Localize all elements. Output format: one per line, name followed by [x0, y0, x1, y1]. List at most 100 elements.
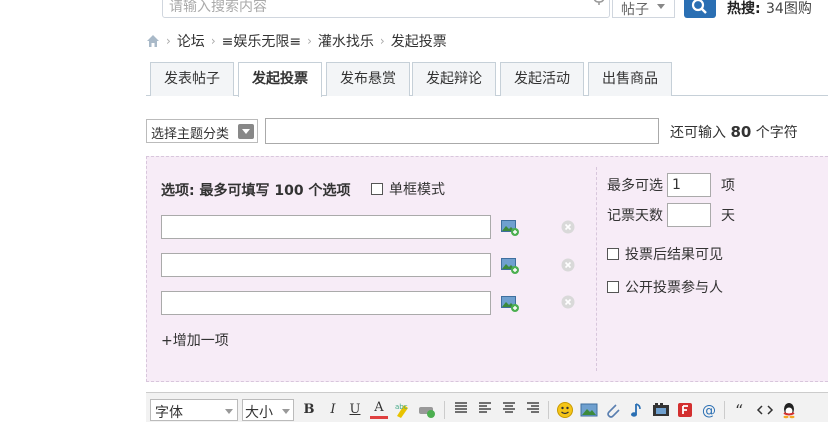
vote-days-row: 记票天数 天 [607, 203, 735, 227]
vote-days-label: 记票天数 [607, 208, 663, 224]
chevron-down-icon [238, 124, 254, 139]
microphone-icon[interactable] [593, 0, 605, 5]
breadcrumb-section[interactable]: ≡娱乐无限≡ [222, 31, 301, 51]
single-mode-label: 单框模式 [389, 182, 445, 198]
post-type-tabs: 发表帖子 发起投票 发布悬赏 发起辩论 发起活动 出售商品 [146, 62, 828, 97]
code-icon[interactable] [756, 401, 774, 419]
font-size-label: 大小 [245, 405, 273, 421]
chevron-right-icon: › [166, 34, 171, 48]
vote-days-unit: 天 [721, 208, 735, 224]
tab-new-thread[interactable]: 发表帖子 [150, 62, 234, 96]
poll-options-title-text: 选项: 最多可填写 100 个选项 [161, 183, 351, 199]
topic-category-select[interactable]: 选择主题分类 [146, 119, 258, 143]
attachment-icon[interactable] [604, 401, 622, 419]
public-voters-checkbox[interactable] [607, 281, 619, 293]
poll-options-title: 选项: 最多可填写 100 个选项 [161, 180, 350, 200]
single-mode-checkbox[interactable] [371, 183, 383, 195]
video-icon[interactable] [652, 401, 670, 419]
image-upload-icon[interactable] [501, 220, 519, 236]
insert-image-icon[interactable] [580, 401, 598, 419]
breadcrumb-board[interactable]: 灌水找乐 [318, 31, 374, 51]
align-left-icon[interactable] [476, 401, 494, 419]
search-button[interactable] [684, 0, 716, 18]
char-limit-hint: 还可输入 80 个字符 [670, 122, 798, 142]
delete-option-icon[interactable] [561, 220, 575, 234]
tab-sell-goods[interactable]: 出售商品 [588, 62, 672, 96]
qq-icon[interactable] [780, 401, 798, 419]
toolbar-separator [444, 401, 445, 419]
chevron-right-icon: › [379, 34, 385, 48]
bold-button[interactable]: B [300, 401, 318, 419]
max-choice-unit: 项 [721, 178, 735, 194]
tab-new-activity[interactable]: 发起活动 [500, 62, 584, 96]
search-type-label: 帖子 [621, 2, 649, 18]
delete-option-icon[interactable] [561, 295, 575, 309]
image-upload-icon[interactable] [501, 296, 519, 312]
toolbar-separator [548, 401, 549, 419]
chevron-right-icon: › [307, 34, 312, 48]
max-choice-row: 最多可选 1 项 [607, 173, 735, 197]
visible-after-vote-label: 投票后结果可见 [625, 247, 723, 263]
subject-input[interactable] [265, 118, 659, 144]
hot-search-link[interactable]: 34图购 [766, 0, 812, 18]
remove-format-icon[interactable] [418, 401, 436, 419]
single-mode-toggle[interactable]: 单框模式 [371, 179, 445, 199]
char-hint-suffix: 个字符 [755, 125, 798, 141]
poll-panel: 选项: 最多可填写 100 个选项 单框模式 +增加一项 最多可选 1 项 记票… [146, 156, 828, 382]
topic-category-label: 选择主题分类 [151, 127, 230, 142]
flash-icon[interactable] [676, 401, 694, 419]
font-size-select[interactable]: 大小 [242, 399, 294, 421]
poll-option-input[interactable] [161, 291, 491, 315]
breadcrumb-forum[interactable]: 论坛 [177, 31, 205, 51]
visible-after-vote-checkbox[interactable] [607, 248, 619, 260]
svg-text:abc: abc [395, 403, 408, 411]
tab-new-reward[interactable]: 发布悬赏 [326, 62, 410, 96]
chevron-down-icon [657, 4, 665, 9]
breadcrumb-current: 发起投票 [390, 34, 447, 50]
highlight-icon[interactable]: abc [394, 401, 412, 419]
font-family-label: 字体 [155, 405, 183, 421]
max-choice-input[interactable]: 1 [667, 173, 711, 197]
max-choice-label: 最多可选 [607, 178, 663, 194]
chevron-down-icon [225, 409, 233, 414]
emoji-icon[interactable] [556, 401, 574, 419]
align-center-icon[interactable] [500, 401, 518, 419]
font-family-select[interactable]: 字体 [150, 399, 238, 421]
search-type-select[interactable]: 帖子 [612, 0, 675, 18]
chevron-right-icon: › [210, 34, 216, 48]
search-box[interactable]: 请输入搜索内容 [162, 0, 610, 18]
visible-after-vote-toggle[interactable]: 投票后结果可见 [607, 244, 723, 264]
align-right-icon[interactable] [524, 401, 542, 419]
quote-icon[interactable]: “ [732, 401, 750, 420]
poll-option-input[interactable] [161, 253, 491, 277]
image-upload-icon[interactable] [501, 258, 519, 274]
toolbar-separator [724, 401, 725, 419]
poll-option-input[interactable] [161, 215, 491, 239]
home-icon[interactable] [146, 34, 160, 48]
underline-button[interactable]: U [346, 401, 364, 419]
align-justify-icon[interactable] [452, 401, 470, 419]
delete-option-icon[interactable] [561, 258, 575, 272]
breadcrumb: › 论坛 › ≡娱乐无限≡ › 灌水找乐 › 发起投票 [146, 30, 447, 52]
hot-search-label: 热搜: [727, 1, 761, 17]
tab-new-debate[interactable]: 发起辩论 [412, 62, 496, 96]
editor-toolbar: 字体 大小 B I U A abc @ “ [146, 392, 828, 422]
public-voters-label: 公开投票参与人 [625, 280, 723, 296]
char-hint-count: 80 [730, 123, 752, 141]
at-mention-icon[interactable]: @ [700, 401, 718, 419]
search-input[interactable]: 请输入搜索内容 [169, 0, 267, 15]
svg-text:@: @ [702, 403, 716, 419]
add-option-link[interactable]: +增加一项 [161, 330, 229, 350]
tab-new-poll[interactable]: 发起投票 [238, 62, 322, 97]
public-voters-toggle[interactable]: 公开投票参与人 [607, 277, 723, 297]
poll-divider [596, 167, 597, 371]
search-icon [691, 0, 707, 14]
top-search-bar: 请输入搜索内容 帖子 热搜: 34图购 [0, 0, 828, 20]
music-icon[interactable] [628, 401, 646, 419]
char-hint-prefix: 还可输入 [670, 125, 726, 141]
svg-text:“: “ [735, 401, 743, 419]
subject-row: 选择主题分类 还可输入 80 个字符 [146, 118, 828, 144]
font-color-button[interactable]: A [370, 401, 388, 419]
vote-days-input[interactable] [667, 203, 711, 227]
italic-button[interactable]: I [324, 401, 342, 419]
